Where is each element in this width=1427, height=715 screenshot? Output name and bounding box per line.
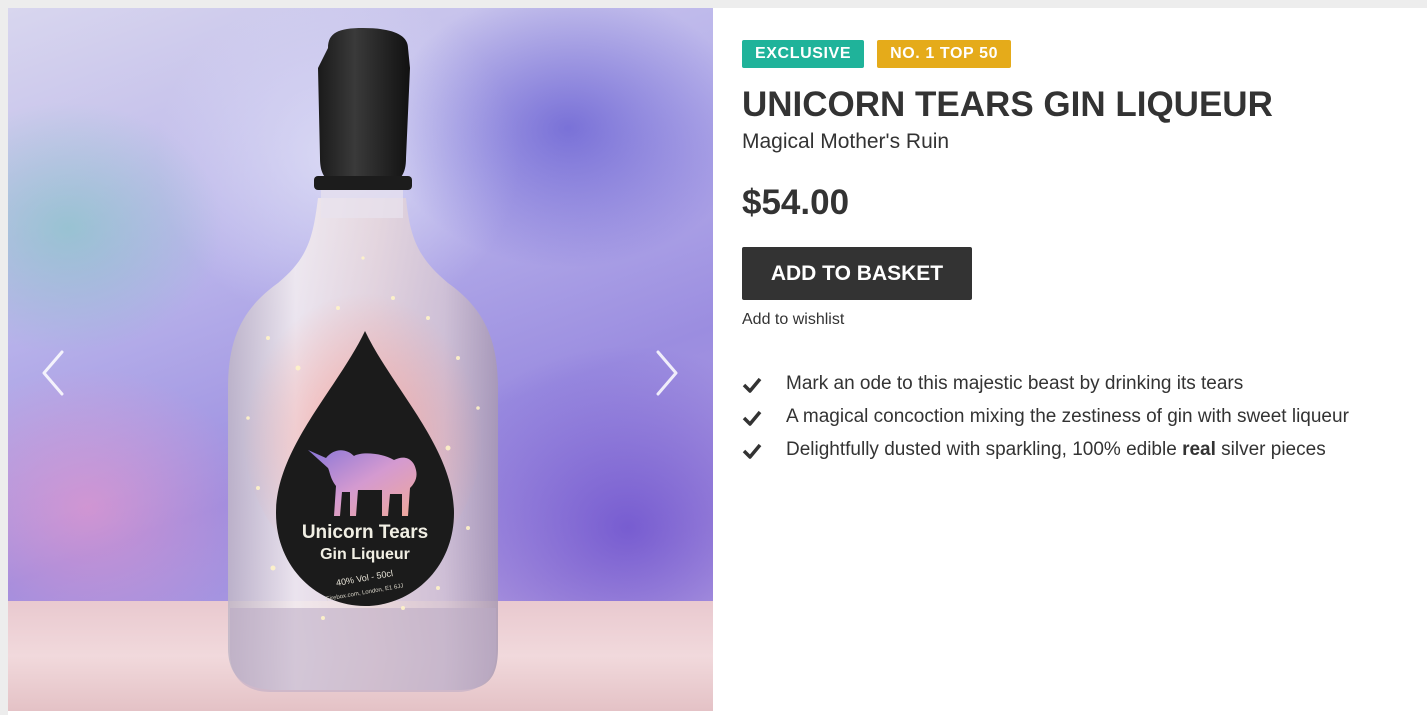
feature-text: A magical concoction mixing the zestines… <box>786 406 1349 427</box>
feature-text: Mark an ode to this majestic beast by dr… <box>786 373 1244 394</box>
feature-text-end: silver pieces <box>1215 439 1326 460</box>
feature-list: Mark an ode to this majestic beast by dr… <box>742 370 1392 469</box>
feature-text-bold: real <box>1182 439 1216 460</box>
feature-text-start: Delightfully dusted with sparkling, 100%… <box>786 439 1183 460</box>
badge-row: EXCLUSIVE NO. 1 TOP 50 <box>742 40 1012 68</box>
add-to-basket-button[interactable]: ADD TO BASKET <box>742 247 972 300</box>
product-photo: Unicorn Tears Gin Liqueur 40% Vol - 50cl… <box>228 28 498 692</box>
checkmark-icon <box>742 377 762 393</box>
chevron-left-icon[interactable] <box>36 348 72 398</box>
product-card: Unicorn Tears Gin Liqueur 40% Vol - 50cl… <box>8 8 1427 715</box>
label-type-line: Gin Liqueur <box>320 546 410 563</box>
checkmark-icon <box>742 443 762 459</box>
add-to-wishlist-link[interactable]: Add to wishlist <box>742 311 844 329</box>
chevron-right-icon[interactable] <box>648 348 684 398</box>
product-image-carousel: Unicorn Tears Gin Liqueur 40% Vol - 50cl… <box>8 8 713 711</box>
feature-item: Mark an ode to this majestic beast by dr… <box>742 370 1392 397</box>
label-brand-line: Unicorn Tears <box>302 522 428 543</box>
exclusive-badge: EXCLUSIVE <box>742 40 865 68</box>
top50-badge: NO. 1 TOP 50 <box>877 40 1012 68</box>
feature-text: Delightfully dusted with sparkling, 100%… <box>786 436 1326 463</box>
feature-item: A magical concoction mixing the zestines… <box>742 403 1392 430</box>
product-price: $54.00 <box>742 183 850 222</box>
product-subtitle: Magical Mother's Ruin <box>742 130 950 153</box>
feature-item: Delightfully dusted with sparkling, 100%… <box>742 436 1392 463</box>
checkmark-icon <box>742 410 762 426</box>
product-title: UNICORN TEARS GIN LIQUEUR <box>742 85 1273 124</box>
